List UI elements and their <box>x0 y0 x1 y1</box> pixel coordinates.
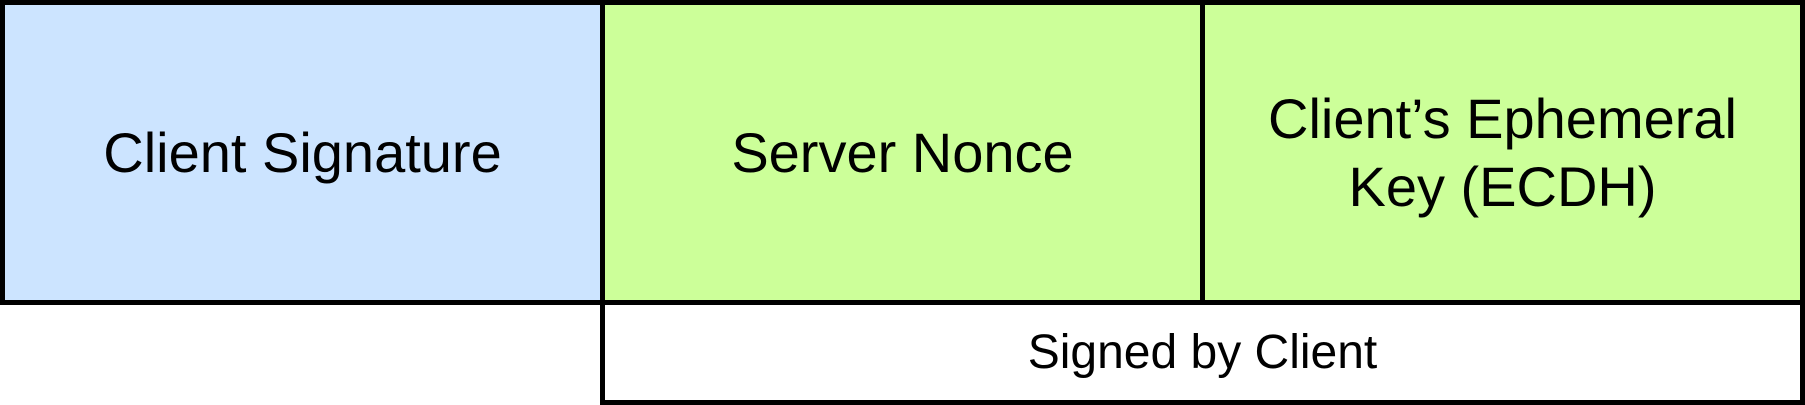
server-nonce-label: Server Nonce <box>731 120 1074 184</box>
server-nonce-box: Server Nonce <box>600 0 1205 305</box>
client-signature-label: Client Signature <box>103 120 502 184</box>
ephemeral-key-label: Client’s Ephemeral Key (ECDH) <box>1268 87 1737 218</box>
signed-by-client-box: Signed by Client <box>600 300 1805 405</box>
ephemeral-key-box: Client’s Ephemeral Key (ECDH) <box>1200 0 1805 305</box>
client-signature-box: Client Signature <box>0 0 605 305</box>
signed-by-client-label: Signed by Client <box>1027 325 1378 379</box>
